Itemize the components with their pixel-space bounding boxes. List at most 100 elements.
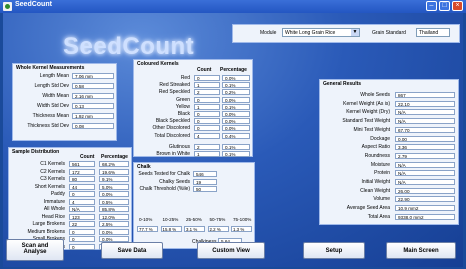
general-result-value: 22.10: [395, 100, 455, 107]
module-dropdown[interactable]: White Long Grain Rice ▼: [282, 28, 360, 37]
general-result-value: N/A: [395, 109, 455, 116]
sample-distribution-count: 44: [69, 183, 95, 190]
chalk-bin-value: 3.1 %: [184, 226, 205, 232]
general-result-label: Volume: [373, 196, 390, 203]
sample-distribution-percentage: 0.5%: [99, 198, 129, 205]
sample-distribution-label: Large Brokens: [32, 221, 65, 227]
coloured-kernel-row: Black Speckled 0 0.0%: [134, 118, 252, 125]
chalk-title: Chalk: [137, 164, 151, 170]
whole-kernel-row: Thickness Std Dev 0.08: [13, 123, 116, 130]
chalk-row: Seeds Tested for Chalk 546: [134, 171, 254, 178]
chalk-panel: Chalk Seeds Tested for Chalk 546 Chalky Se…: [133, 162, 255, 249]
sample-distribution-percentage: 0.0%: [99, 228, 129, 235]
main-screen-button[interactable]: Main Screen: [386, 242, 456, 259]
general-result-value: 2.79: [395, 152, 455, 159]
whole-kernel-row: Width Std Dev 0.13: [13, 103, 116, 110]
coloured-kernel-label: Other Discolored: [152, 125, 190, 132]
coloured-kernel-count: 2: [194, 89, 220, 96]
window-title: SeedCount: [15, 1, 52, 8]
general-result-label: Standard Test Weight: [342, 118, 390, 125]
sample-distribution-label: Medium Brokens: [27, 228, 65, 235]
sample-distribution-count: 0: [69, 236, 95, 242]
chevron-down-icon[interactable]: ▼: [351, 29, 359, 36]
general-results-title: General Results: [323, 81, 362, 87]
chalk-row: Chalk Threshold (%ile) 50: [134, 186, 254, 193]
general-result-row: Moisture N/A: [320, 161, 458, 169]
sample-distribution-label: Head Rice: [41, 213, 65, 220]
coloured-kernel-label: Black Speckled: [155, 118, 190, 125]
whole-kernel-row: Thickness Mean 1.92 mm: [13, 113, 116, 120]
app-icon: [3, 2, 12, 11]
close-icon[interactable]: ×: [452, 1, 463, 11]
general-result-label: Kernel Weight (As is): [343, 100, 390, 107]
sample-distribution-row: All Whole N/A 85.8%: [9, 206, 131, 213]
setup-button[interactable]: Setup: [303, 242, 365, 259]
whole-kernel-label: Thickness Std Dev: [27, 123, 69, 129]
chalk-row: Chalky Seeds 19: [134, 178, 254, 186]
general-result-value: N/A: [395, 118, 455, 125]
coloured-kernel-percentage: 0.1%: [222, 143, 250, 150]
whole-kernel-value: 1.92 mm: [72, 113, 114, 119]
coloured-kernel-row: Black 0 0.0%: [134, 111, 252, 118]
general-result-label: Mini Test Weight: [353, 126, 391, 133]
general-result-row: Standard Test Weight N/A: [320, 118, 458, 125]
whole-kernel-label: Width Mean: [42, 93, 69, 99]
module-selector-bar: Module White Long Grain Rice ▼ Grain Sta…: [232, 24, 460, 43]
sample-distribution-label: All Whole: [43, 206, 65, 212]
general-result-label: Roundness: [364, 152, 390, 159]
coloured-kernel-row: Brown in White 1 0.1%: [134, 151, 252, 158]
coloured-kernel-percentage: 0.1%: [222, 82, 250, 89]
grain-standard-field[interactable]: Thailand: [416, 28, 450, 37]
general-result-label: Dockage: [370, 135, 390, 142]
whole-kernel-value: 0.08: [72, 123, 114, 129]
sample-distribution-count: 0: [69, 228, 95, 235]
grain-standard-value: Thailand: [419, 30, 439, 36]
whole-kernel-value: 0.58: [72, 83, 114, 89]
whole-kernel-row: Length Mean 7.06 mm: [13, 73, 116, 80]
scan-analyse-button[interactable]: Scan and Analyse: [6, 239, 64, 261]
module-label: Module: [260, 30, 277, 36]
sample-distribution-count: 22: [69, 221, 95, 227]
sample-distribution-row: C1 Kernels 561 68.2%: [9, 161, 131, 168]
coloured-kernel-percentage: 0.0%: [222, 75, 250, 81]
grain-standard-label: Grain Standard: [372, 30, 406, 36]
coloured-kernel-percentage: 0.0%: [222, 125, 250, 132]
coloured-kernel-label: Total Discolored: [154, 132, 190, 139]
chalk-label: Seeds Tested for Chalk: [138, 171, 190, 177]
coloured-kernel-label: Yellow: [175, 103, 190, 110]
chalk-bin-label: 10-25%: [162, 217, 179, 222]
chalk-bin-value: 15.8 %: [160, 226, 182, 232]
custom-view-button[interactable]: Custom View: [197, 242, 265, 259]
minimize-icon[interactable]: –: [426, 1, 437, 11]
coloured-pct-header: Percentage: [220, 67, 247, 73]
chalk-bin-value: 1.3 %: [231, 226, 252, 232]
chalk-bin-label: 50-75%: [209, 217, 226, 222]
main-screen-label: Main Screen: [403, 248, 439, 254]
whole-kernel-label: Length Mean: [39, 73, 69, 79]
coloured-kernels-title: Coloured Kernels: [137, 61, 179, 67]
sample-pct-header: Percentage: [101, 154, 128, 160]
general-result-value: 0.00: [395, 135, 455, 142]
coloured-kernel-percentage: 0.0%: [222, 111, 250, 117]
sample-count-header: Count: [80, 154, 95, 160]
whole-kernel-value: 0.13: [72, 103, 114, 109]
sample-distribution-label: Immature: [43, 198, 65, 205]
general-results-panel: General Results Whole Seeds 867 Kernel Wei…: [319, 79, 459, 225]
whole-kernel-value: 7.06 mm: [72, 73, 114, 79]
coloured-kernel-row: Glutinous 2 0.1%: [134, 143, 252, 151]
coloured-kernel-label: Red Speckled: [158, 89, 190, 96]
general-result-row: Clean Weight 26.00: [320, 187, 458, 195]
coloured-kernel-label: Red: [180, 75, 190, 81]
setup-label: Setup: [325, 248, 343, 254]
coloured-kernel-label: Red Streaked: [159, 82, 190, 89]
coloured-kernel-percentage: 0.1%: [222, 103, 250, 110]
seedcount-logo: SeedCount: [63, 33, 195, 60]
general-result-row: Initial Weight N/A: [320, 179, 458, 186]
sample-distribution-label: C2 Kernels: [40, 168, 65, 175]
maximize-icon[interactable]: □: [439, 1, 450, 11]
coloured-kernel-percentage: 0.2%: [222, 89, 250, 96]
scan-analyse-label: Scan and Analyse: [21, 243, 49, 255]
coloured-kernel-percentage: 0.1%: [222, 151, 250, 157]
save-data-button[interactable]: Save Data: [101, 242, 163, 259]
whole-kernel-panel: Whole Kernel Measurements Length Mean 7.0…: [12, 63, 117, 141]
